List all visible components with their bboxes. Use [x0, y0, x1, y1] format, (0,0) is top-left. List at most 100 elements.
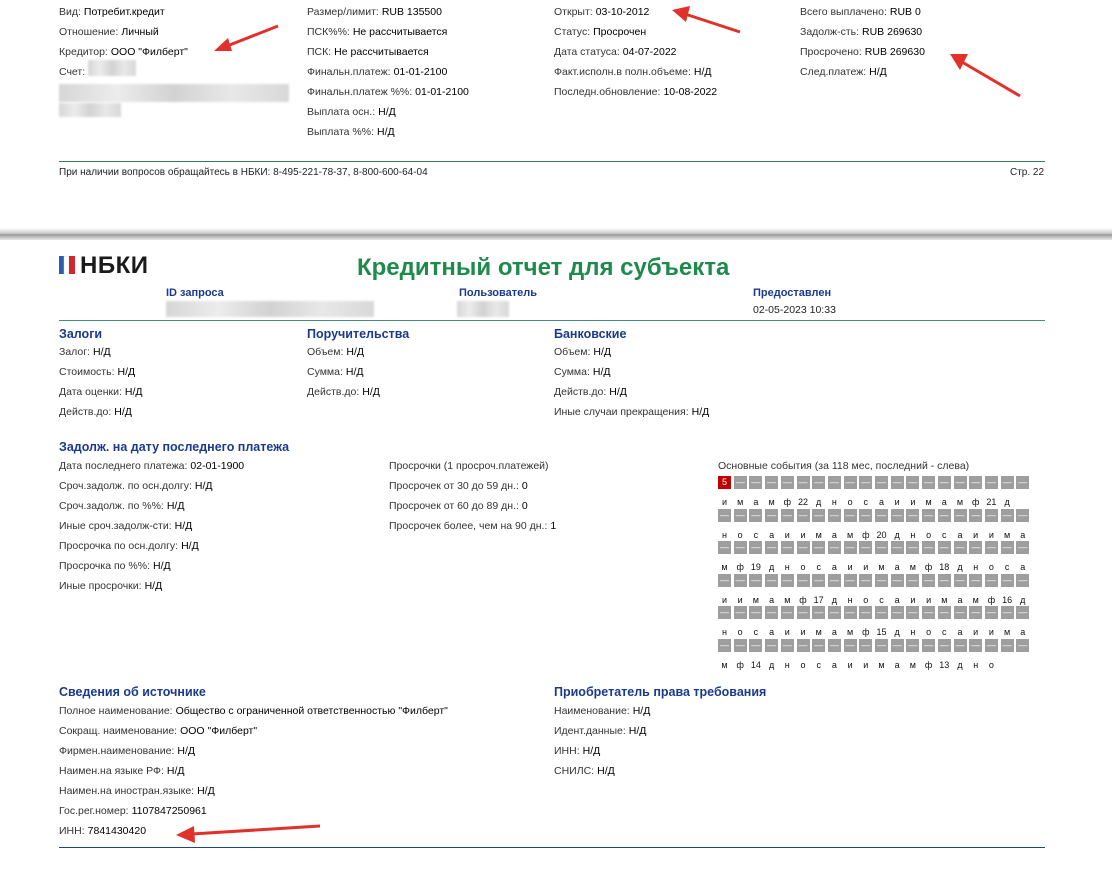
debt-last-payment-field: Просрочка по осн.долгу: Н/Д: [59, 540, 199, 552]
event-cell: —: [906, 638, 920, 652]
event-cell: —: [969, 508, 983, 522]
event-month-label: н: [722, 627, 727, 637]
guarantees-field-value: Н/Д: [345, 366, 364, 378]
p1-col1-field: Счет:: [59, 66, 88, 78]
event-cell: —: [749, 638, 763, 652]
event-cell: —: [953, 573, 967, 587]
p1-col2-field: Финальн.платеж: 01-01-2100: [307, 66, 447, 78]
event-month-label: о: [988, 562, 994, 572]
event-cell: —: [718, 638, 731, 652]
event-cell: —: [1016, 476, 1030, 489]
collateral-field-value: Н/Д: [114, 406, 132, 418]
p1-col2-field-value: Не рассчитывается: [352, 26, 448, 38]
p1-col2-field-value: Не рассчитывается: [334, 46, 429, 58]
event-cell: —: [765, 541, 779, 554]
event-cell: —: [984, 606, 998, 619]
p1-col2-field-label: ПСК%%:: [307, 26, 350, 38]
p1-col2-field-value: RUB 135500: [381, 6, 442, 18]
event-cell: —: [812, 541, 826, 554]
event-cell: —: [827, 476, 841, 489]
event-month-label: н: [784, 562, 790, 572]
bank-guarantees-field-value: Н/Д: [593, 346, 611, 358]
source-info-field-label: Наимен.на иностран.языке:: [59, 785, 195, 797]
event-cell: —: [875, 573, 888, 587]
event-month-label: 21: [986, 497, 997, 507]
event-month-label: м: [752, 594, 759, 605]
bank-guarantees-field-value: Н/Д: [609, 386, 627, 398]
event-cell: —: [937, 541, 951, 554]
event-cell: —: [1000, 476, 1014, 489]
event-cell: —: [859, 638, 873, 652]
event-month-label: н: [973, 562, 979, 572]
guarantees-field: Сумма: Н/Д: [307, 366, 364, 378]
event-month-label: м: [1004, 529, 1011, 540]
event-month-label: м: [925, 497, 932, 507]
event-month-label: 17: [813, 594, 824, 605]
event-cell: —: [875, 476, 888, 489]
event-cell: —: [749, 541, 763, 554]
event-cell: —: [922, 508, 936, 522]
p1-col3-field: Статус: Просрочен: [554, 26, 646, 38]
event-month-label: и: [847, 562, 853, 572]
event-cell: —: [765, 638, 779, 652]
event-month-label: о: [988, 659, 994, 670]
event-month-label: о: [800, 562, 806, 572]
delinquency-field-label: Просрочек от 30 до 59 дн.:: [389, 480, 519, 492]
source-info-field-label: Полное наименование:: [59, 705, 173, 717]
event-month-label: а: [831, 659, 837, 670]
event-month-label: д: [957, 562, 963, 572]
bank-guarantees-field: Действ.до: Н/Д: [554, 386, 627, 398]
source-info-field-label: Гос.рег.номер:: [59, 805, 129, 817]
event-month-label: н: [973, 659, 979, 670]
source-info-field-value: Общество с ограниченной ответственностью…: [175, 705, 448, 717]
p1-col2-field-label: ПСК:: [307, 46, 332, 58]
p1-col1-field: Вид: Потребит.кредит: [59, 6, 165, 18]
collateral-field-label: Залог:: [59, 346, 91, 358]
event-cell: —: [984, 541, 998, 554]
event-month-label: 16: [1002, 594, 1013, 605]
event-cell: —: [827, 573, 841, 587]
event-cell: —: [969, 638, 983, 652]
event-cell: —: [937, 638, 951, 652]
annotation-arrow-overdue: [950, 54, 1021, 98]
source-info-field-label: Сокращ. наименование:: [59, 725, 178, 737]
event-month-label: и: [784, 627, 790, 637]
event-cell: —: [1000, 638, 1014, 652]
event-month-label: н: [722, 529, 727, 540]
event-cell: —: [906, 573, 920, 587]
debt-last-payment-field-value: Н/Д: [174, 520, 193, 532]
event-cell: —: [922, 476, 936, 489]
p1-col4-field: Задолж-сть: RUB 269630: [800, 26, 922, 38]
event-month-label: с: [942, 529, 947, 540]
event-cell: —: [953, 606, 967, 619]
event-month-label: ф: [924, 562, 933, 572]
nbki-logo-icon: [59, 256, 75, 274]
event-cell: —: [843, 638, 857, 652]
event-cell: —: [718, 573, 731, 587]
event-month-label: а: [831, 627, 837, 637]
debt-last-payment-field-label: Просрочка по %%:: [59, 560, 151, 572]
request-id-label: ID запроса: [166, 287, 224, 299]
assignee-field-value: Н/Д: [597, 765, 615, 777]
event-month-label: ф: [924, 659, 933, 670]
assignee-field-label: ИНН:: [554, 745, 580, 757]
assignee-field-value: Н/Д: [582, 745, 601, 757]
event-month-label: ф: [987, 594, 996, 605]
event-month-label: а: [941, 497, 947, 507]
event-cell: —: [765, 476, 779, 489]
event-month-label: н: [784, 659, 790, 670]
debt-last-payment-field-value: Н/Д: [144, 580, 163, 592]
event-cell: —: [859, 541, 873, 554]
event-cell: —: [780, 476, 794, 489]
event-month-label: д: [957, 659, 963, 670]
event-cell: —: [718, 508, 731, 522]
page-separator: [0, 228, 1112, 240]
event-month-label: и: [784, 529, 790, 540]
event-month-label: м: [878, 562, 885, 572]
event-month-label: и: [800, 529, 806, 540]
event-month-label: 20: [876, 529, 887, 540]
event-cell: —: [890, 508, 904, 522]
provided-label: Предоставлен: [753, 287, 832, 299]
logo-text: НБКИ: [80, 252, 149, 279]
event-month-label: м: [1004, 627, 1011, 637]
